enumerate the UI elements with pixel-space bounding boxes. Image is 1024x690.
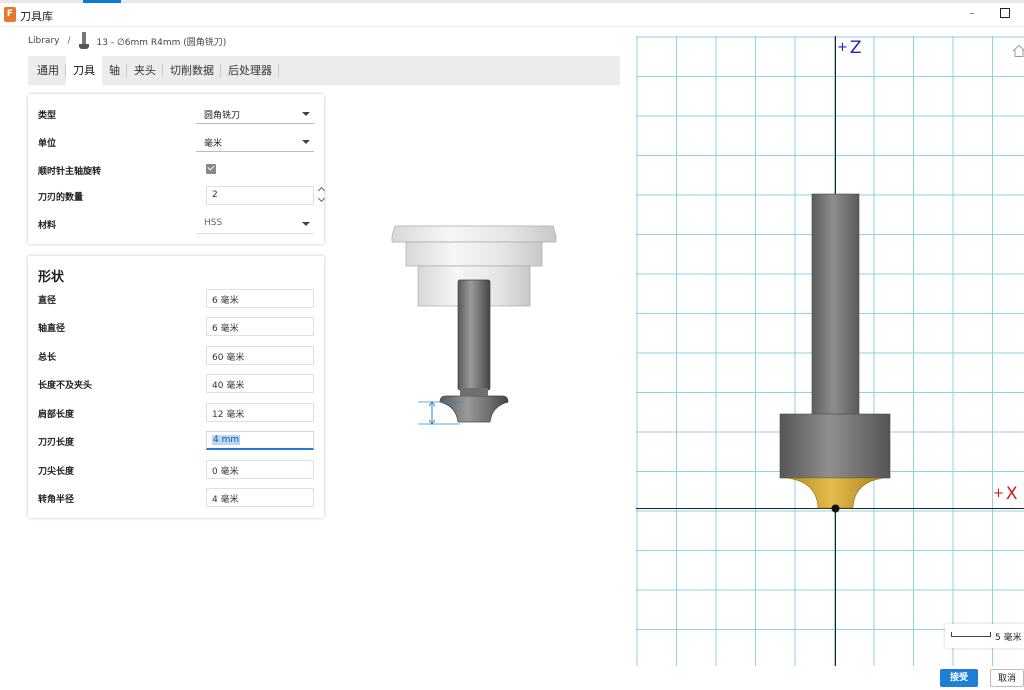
material-row: 材料 HSS xyxy=(38,214,318,234)
breadcrumb: Library / 13 - ∅6mm R4mm (圆角铣刀) xyxy=(28,30,226,52)
breadcrumb-separator: / xyxy=(67,36,71,46)
minimize-button[interactable]: – xyxy=(964,5,980,23)
shape-field-row: 肩部长度 12 毫米 xyxy=(38,403,318,423)
chevron-down-icon xyxy=(302,222,310,226)
tab-general[interactable]: 通用 xyxy=(30,56,66,85)
material-dropdown[interactable]: HSS xyxy=(196,214,314,234)
tool-cutter xyxy=(439,395,509,423)
maximize-button[interactable] xyxy=(1000,8,1010,18)
tip-length-label: 刀尖长度 xyxy=(38,467,75,477)
overall-length-input[interactable]: 60 毫米 xyxy=(206,346,314,365)
tab-cutter[interactable]: 刀具 xyxy=(66,56,102,85)
type-value: 圆角铣刀 xyxy=(204,111,241,121)
tool-neck xyxy=(460,388,488,396)
scale-bar xyxy=(951,632,991,637)
tab-bar: 通用 刀具 轴 夹头 切削数据 后处理器 xyxy=(28,56,620,85)
clockwise-row: 顺时针主轴旋转 xyxy=(38,160,318,180)
cancel-button[interactable]: 取消 xyxy=(990,669,1024,687)
shaft-diameter-input[interactable]: 6 毫米 xyxy=(206,317,314,336)
tool-properties-card: 类型 圆角铣刀 单位 毫米 顺时针主轴旋转 刀刃的数量 2 材料 HSS xyxy=(28,94,326,244)
shape-field-row: 轴直径 6 毫米 xyxy=(38,317,318,337)
shape-field-row: 总长 60 毫米 xyxy=(38,346,318,366)
flutes-stepper[interactable] xyxy=(317,186,326,206)
tab-cutting-data[interactable]: 切削数据 xyxy=(163,56,221,85)
shoulder-length-label: 肩部长度 xyxy=(38,410,75,420)
chevron-up-icon xyxy=(317,186,326,195)
unit-label: 单位 xyxy=(38,139,57,149)
viewport-corner-radius xyxy=(786,477,885,509)
title-bar: F 刀具库 – xyxy=(0,3,1024,27)
shape-field-row: 刀尖长度 0 毫米 xyxy=(38,460,318,480)
tab-holder[interactable]: 夹头 xyxy=(127,56,163,85)
shape-field-row: 直径 6 毫米 xyxy=(38,289,318,309)
scale-indicator: 5 毫米 xyxy=(945,624,1024,648)
type-row: 类型 圆角铣刀 xyxy=(38,104,318,124)
flutes-label: 刀刃的数量 xyxy=(38,193,84,203)
diameter-label: 直径 xyxy=(38,296,57,306)
shape-card: 形状 直径 6 毫米 轴直径 6 毫米 总长 60 毫米 长度不及夹头 40 毫… xyxy=(28,256,324,518)
overall-length-label: 总长 xyxy=(38,353,57,363)
flute-length-value: 4 mm xyxy=(212,435,241,445)
app-icon: F xyxy=(4,7,16,22)
type-label: 类型 xyxy=(38,111,57,121)
check-icon xyxy=(207,163,215,171)
shape-field-row: 刀刃长度 4 mm xyxy=(38,431,318,451)
tool-thumbnail-icon xyxy=(78,32,89,50)
unit-value: 毫米 xyxy=(204,139,223,149)
tab-post-processor[interactable]: 后处理器 xyxy=(221,56,279,85)
viewport-shoulder xyxy=(779,413,891,479)
holder-flange xyxy=(391,225,557,243)
tool-preview-image xyxy=(391,225,557,425)
shape-field-row: 转角半径 4 毫米 xyxy=(38,488,318,508)
material-value: HSS xyxy=(204,218,223,228)
corner-radius-label: 转角半径 xyxy=(38,495,75,505)
holder-body xyxy=(405,241,543,267)
shoulder-length-input[interactable]: 12 毫米 xyxy=(206,403,314,422)
flute-length-input[interactable]: 4 mm xyxy=(206,431,314,450)
shape-field-row: 长度不及夹头 40 毫米 xyxy=(38,374,318,394)
unit-row: 单位 毫米 xyxy=(38,132,318,152)
accept-button[interactable]: 接受 xyxy=(940,669,978,687)
clockwise-label: 顺时针主轴旋转 xyxy=(38,167,102,177)
flutes-row: 刀刃的数量 2 xyxy=(38,186,326,206)
tool-3d-model xyxy=(779,193,891,513)
tool-shaft xyxy=(457,279,491,391)
clockwise-checkbox[interactable] xyxy=(206,163,216,174)
type-dropdown[interactable]: 圆角铣刀 xyxy=(196,104,314,124)
breadcrumb-root[interactable]: Library xyxy=(28,36,59,46)
flute-length-label: 刀刃长度 xyxy=(38,438,75,448)
viewport-shaft xyxy=(811,193,860,417)
window-title: 刀具库 xyxy=(20,10,53,23)
tool-viewport[interactable]: + Z + X xyxy=(636,36,1024,666)
flutes-input[interactable]: 2 xyxy=(206,186,314,205)
shape-title: 形状 xyxy=(38,270,65,285)
tab-shaft[interactable]: 轴 xyxy=(102,56,127,85)
chevron-down-icon xyxy=(317,194,326,203)
length-below-holder-label: 长度不及夹头 xyxy=(38,381,93,391)
shaft-diameter-label: 轴直径 xyxy=(38,324,66,334)
chevron-down-icon xyxy=(302,140,310,144)
unit-dropdown[interactable]: 毫米 xyxy=(196,132,314,152)
scale-label: 5 毫米 xyxy=(995,633,1022,643)
chevron-down-icon xyxy=(302,112,310,116)
corner-radius-input[interactable]: 4 毫米 xyxy=(206,488,314,507)
breadcrumb-current: 13 - ∅6mm R4mm (圆角铣刀) xyxy=(96,37,227,48)
origin-point xyxy=(831,504,840,513)
diameter-input[interactable]: 6 毫米 xyxy=(206,289,314,308)
tip-length-input[interactable]: 0 毫米 xyxy=(206,460,314,479)
material-label: 材料 xyxy=(38,221,57,231)
length-below-holder-input[interactable]: 40 毫米 xyxy=(206,374,314,393)
